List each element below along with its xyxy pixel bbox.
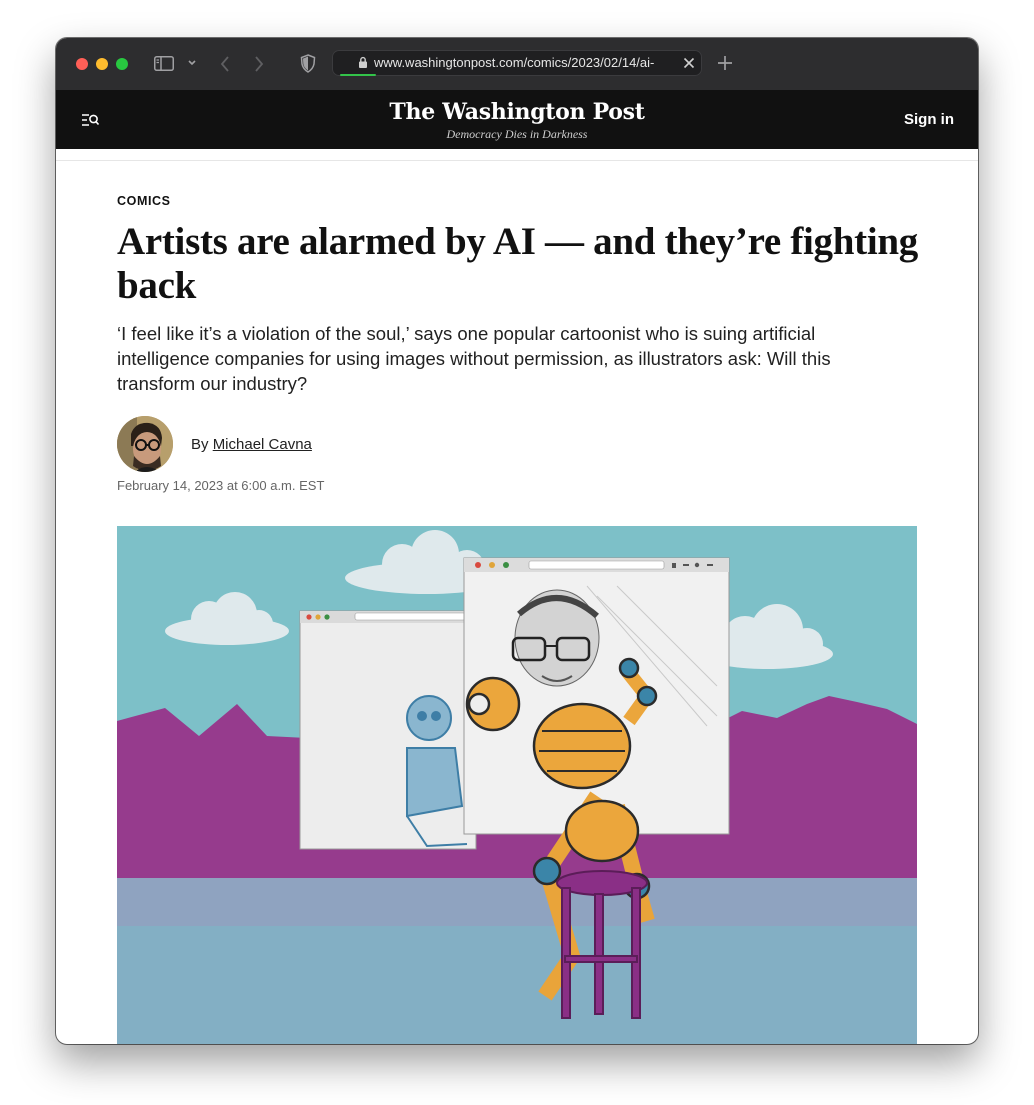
lock-icon	[358, 56, 368, 74]
byline-prefix: By	[191, 436, 209, 453]
purple-stool	[556, 870, 648, 1019]
shield-icon[interactable]	[300, 54, 316, 77]
sidebar-toggle-icon[interactable]	[154, 56, 174, 75]
minimize-window-button[interactable]	[96, 58, 108, 70]
author-avatar[interactable]	[117, 416, 173, 472]
author-link[interactable]: Michael Cavna	[213, 436, 312, 453]
site-header: The Washington Post Democracy Dies in Da…	[56, 91, 978, 149]
chevron-down-icon[interactable]	[187, 56, 197, 74]
browser-window: www.washingtonpost.com/comics/2023/02/14…	[56, 38, 978, 1044]
header-divider	[56, 160, 978, 161]
back-browser-window	[299, 610, 477, 850]
url-text: www.washingtonpost.com/comics/2023/02/14…	[374, 55, 655, 70]
back-arrow-icon[interactable]	[219, 55, 231, 77]
zoom-window-button[interactable]	[116, 58, 128, 70]
ai-robot-artist-illustration	[117, 526, 917, 1044]
article-headline: Artists are alarmed by AI — and they’re …	[117, 220, 918, 307]
masthead-logo[interactable]: The Washington Post	[56, 99, 978, 125]
hero-illustration	[117, 526, 917, 1044]
section-kicker[interactable]: COMICS	[117, 194, 171, 208]
byline: By Michael Cavna	[191, 436, 312, 453]
page-load-progress	[340, 74, 376, 76]
article-dek: ‘I feel like it’s a violation of the sou…	[117, 323, 831, 394]
masthead-tagline: Democracy Dies in Darkness	[446, 127, 588, 141]
close-window-button[interactable]	[76, 58, 88, 70]
publish-date: February 14, 2023 at 6:00 a.m. EST	[117, 478, 325, 493]
sign-in-link[interactable]: Sign in	[904, 111, 954, 128]
forward-arrow-icon[interactable]	[253, 55, 265, 77]
address-bar[interactable]: www.washingtonpost.com/comics/2023/02/14…	[332, 50, 702, 76]
browser-toolbar: www.washingtonpost.com/comics/2023/02/14…	[56, 38, 978, 91]
new-tab-icon[interactable]	[717, 55, 733, 75]
close-tab-icon[interactable]	[683, 56, 695, 74]
